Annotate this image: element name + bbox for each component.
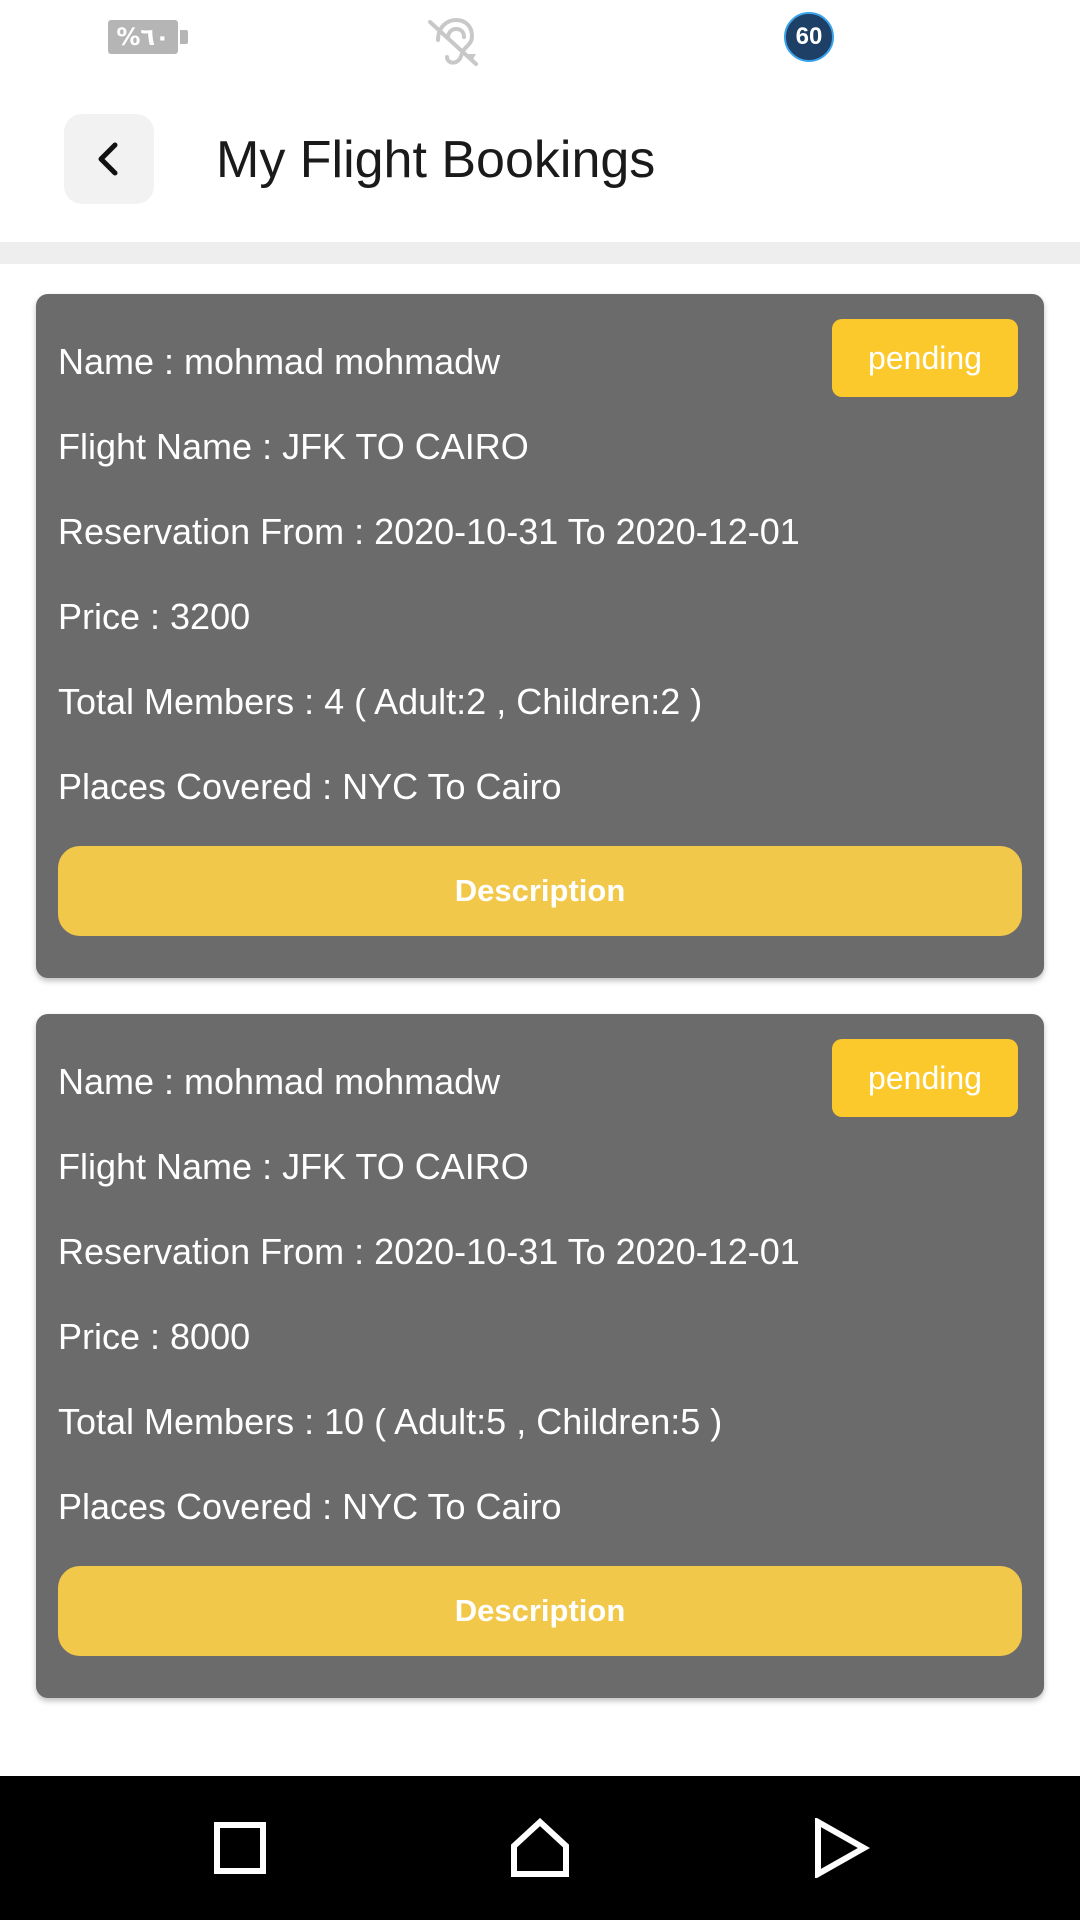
recent-apps-button[interactable] bbox=[170, 1776, 310, 1920]
booking-card: pending Name : mohmad mohmadw Flight Nam… bbox=[36, 294, 1044, 978]
fps-counter-badge: 60 bbox=[784, 12, 834, 62]
description-button[interactable]: Description bbox=[58, 846, 1022, 936]
back-button[interactable] bbox=[64, 114, 154, 204]
status-badge: pending bbox=[832, 1039, 1018, 1117]
booking-places-covered: Places Covered : NYC To Cairo bbox=[58, 1486, 562, 1527]
booking-price: Price : 8000 bbox=[58, 1316, 251, 1357]
home-icon bbox=[511, 1818, 569, 1877]
status-badge: pending bbox=[832, 319, 1018, 397]
header-divider bbox=[0, 242, 1080, 264]
description-button[interactable]: Description bbox=[58, 1566, 1022, 1656]
hearing-aid-icon bbox=[428, 17, 478, 66]
chevron-left-icon bbox=[98, 142, 118, 176]
status-bar: %٦٠ 60 bbox=[0, 0, 1080, 80]
battery-icon: %٦٠ bbox=[108, 20, 188, 54]
triangle-back-icon bbox=[815, 1818, 870, 1878]
booking-price: Price : 3200 bbox=[58, 596, 251, 637]
booking-total-members: Total Members : 10 ( Adult:5 , Children:… bbox=[58, 1401, 723, 1442]
booking-total-members: Total Members : 4 ( Adult:2 , Children:2… bbox=[58, 681, 703, 722]
booking-name: Name : mohmad mohmadw bbox=[58, 1061, 501, 1102]
booking-reservation-dates: Reservation From : 2020-10-31 To 2020-12… bbox=[58, 511, 800, 552]
booking-places-covered: Places Covered : NYC To Cairo bbox=[58, 766, 562, 807]
page-title: My Flight Bookings bbox=[216, 131, 656, 189]
home-button[interactable] bbox=[470, 1776, 610, 1920]
back-navigation-button[interactable] bbox=[770, 1776, 910, 1920]
booking-card: pending Name : mohmad mohmadw Flight Nam… bbox=[36, 1014, 1044, 1698]
booking-reservation-dates: Reservation From : 2020-10-31 To 2020-12… bbox=[58, 1231, 800, 1272]
booking-flight-name: Flight Name : JFK TO CAIRO bbox=[58, 1146, 529, 1187]
booking-name: Name : mohmad mohmadw bbox=[58, 341, 501, 382]
square-recent-apps-icon bbox=[214, 1822, 266, 1874]
system-navigation-bar bbox=[0, 1776, 1080, 1920]
app-bar: My Flight Bookings bbox=[0, 80, 1080, 242]
booking-flight-name: Flight Name : JFK TO CAIRO bbox=[58, 426, 529, 467]
